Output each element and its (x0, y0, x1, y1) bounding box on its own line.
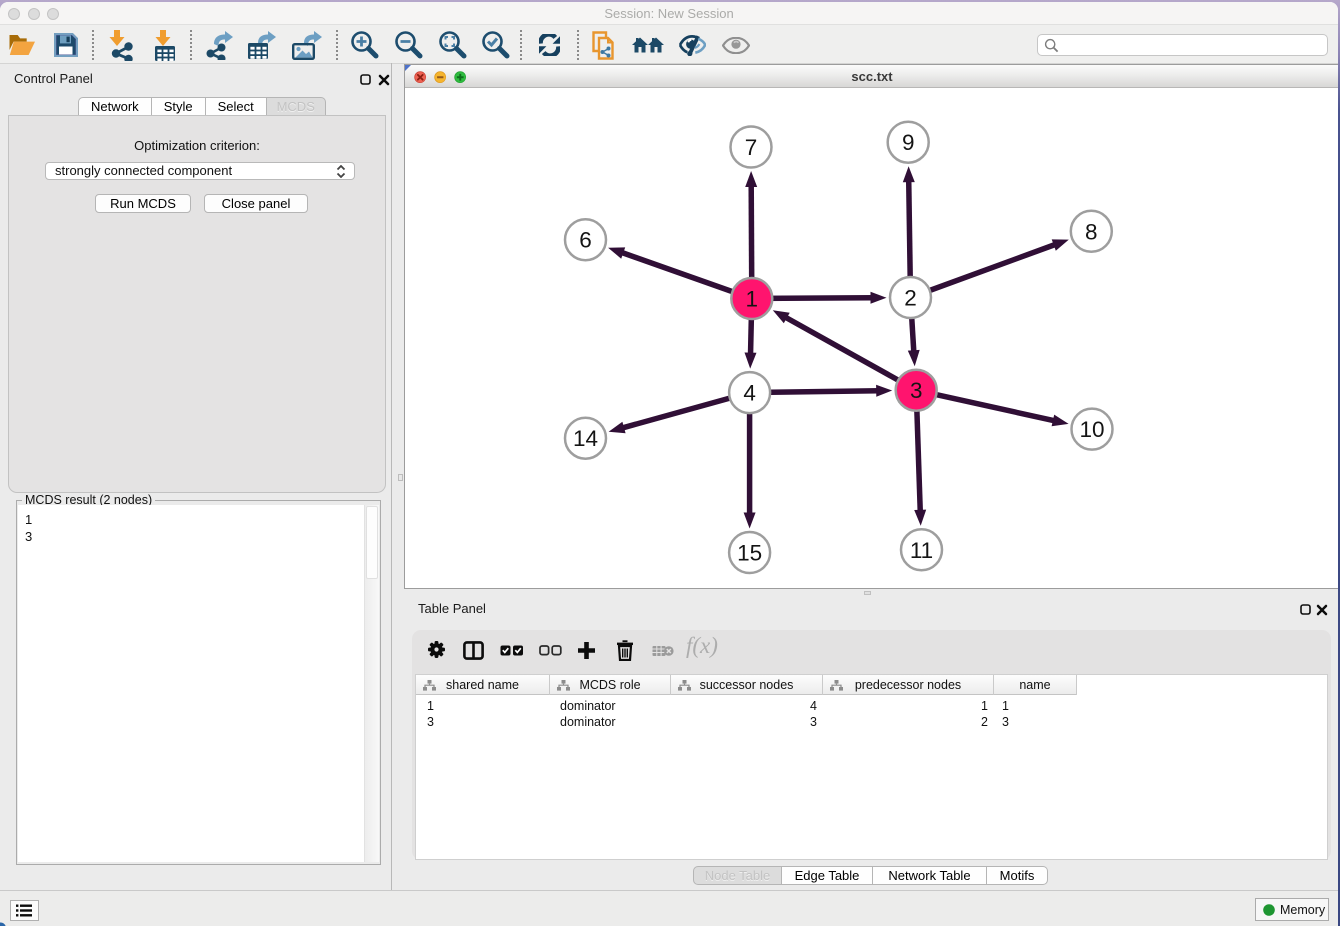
svg-text:11: 11 (910, 538, 933, 563)
svg-text:14: 14 (573, 426, 598, 451)
svg-text:9: 9 (902, 130, 915, 155)
svg-text:7: 7 (745, 135, 758, 160)
svg-text:15: 15 (737, 541, 762, 566)
svg-text:2: 2 (904, 286, 917, 311)
svg-text:8: 8 (1085, 219, 1098, 244)
svg-text:6: 6 (579, 228, 592, 253)
svg-text:1: 1 (746, 287, 759, 312)
svg-text:10: 10 (1079, 417, 1104, 442)
svg-text:4: 4 (743, 381, 756, 406)
svg-text:3: 3 (910, 378, 923, 403)
